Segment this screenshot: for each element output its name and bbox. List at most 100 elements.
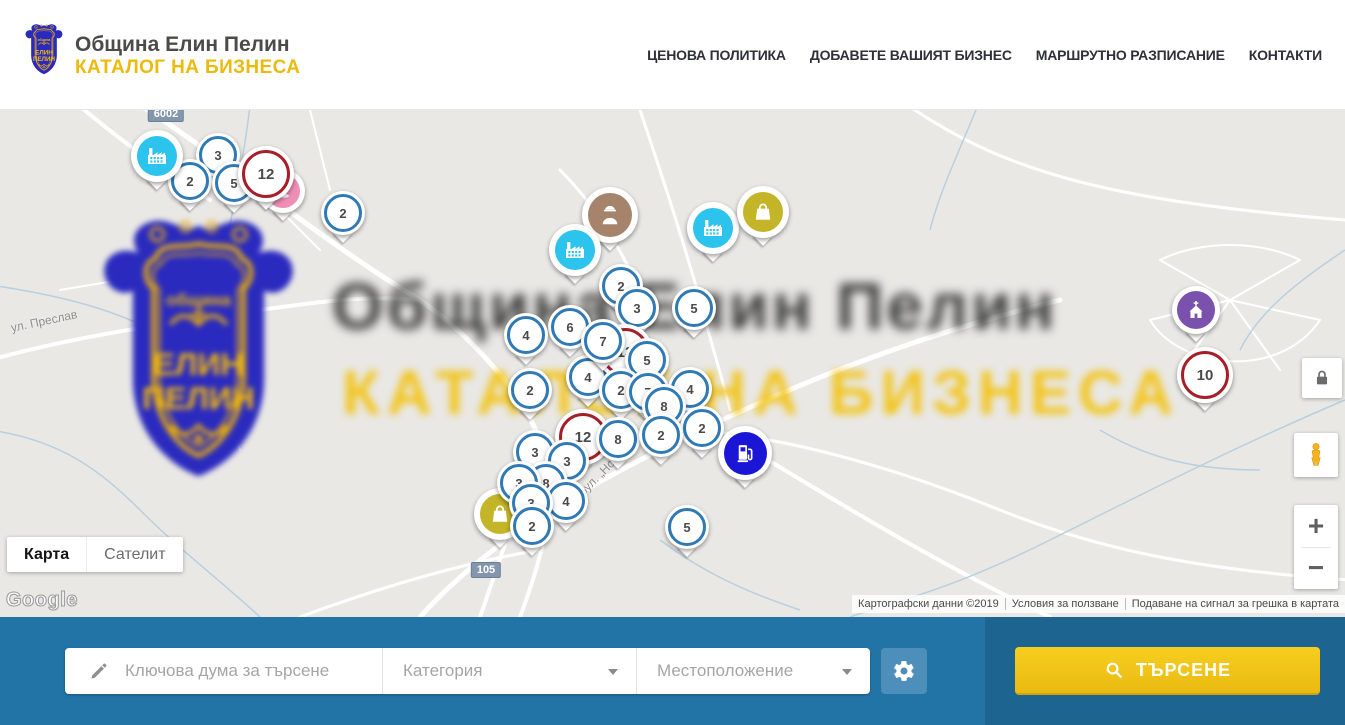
bag-marker[interactable] [737, 186, 789, 238]
cluster-count: 5 [643, 353, 650, 368]
cluster-marker[interactable]: 2 [639, 413, 683, 457]
municipality-crest-logo: община ЕЛИН ПЕЛИН [22, 22, 66, 78]
cluster-count: 6 [566, 320, 573, 335]
marker-disc: 2 [321, 191, 365, 235]
marker-ring: 12 [242, 150, 290, 198]
google-logo[interactable]: Google [6, 589, 78, 612]
location-select-label: Местоположение [657, 661, 793, 681]
cluster-count: 4 [562, 494, 569, 509]
cluster-count: 7 [599, 334, 606, 349]
nav-item-contacts[interactable]: КОНТАКТИ [1249, 47, 1322, 63]
marker-disc: 10 [1177, 347, 1233, 403]
attribution-data: Картографски данни ©2019 [852, 598, 1005, 610]
fuel-marker[interactable] [718, 426, 772, 480]
cluster-count: 2 [617, 383, 624, 398]
search-button[interactable]: ТЪРСЕНЕ [1015, 647, 1320, 695]
lock-icon [1311, 367, 1333, 389]
cluster-count: 2 [528, 519, 535, 534]
street-view-pegman-button[interactable] [1294, 433, 1338, 477]
marker-disc: 2 [508, 368, 552, 412]
cluster-count: 4 [584, 370, 591, 385]
cluster-marker[interactable]: 2 [321, 191, 365, 235]
fuel-pump-icon [733, 441, 758, 466]
marker-disc: 5 [672, 286, 716, 330]
cluster-count: 2 [186, 174, 193, 189]
marker-ring: 4 [507, 316, 545, 354]
search-icon [1104, 660, 1124, 680]
marker-ring: 7 [584, 322, 622, 360]
marker-disc [1172, 286, 1220, 334]
cluster-marker[interactable]: 12 [238, 146, 294, 202]
factory-icon [145, 144, 169, 168]
pegman-icon [1302, 441, 1330, 469]
map-type-map-button[interactable]: Карта [7, 537, 86, 572]
church-icon [1184, 298, 1208, 322]
cluster-marker[interactable]: 4 [504, 313, 548, 357]
advanced-settings-button[interactable] [881, 648, 927, 694]
marker-disc: 12 [238, 146, 294, 202]
pencil-icon [89, 661, 109, 681]
marker-ring: 2 [511, 371, 549, 409]
marker-disc: 4 [504, 313, 548, 357]
map-canvas[interactable]: 6002105ул. Преславбул. „Новоселции“ общи… [0, 110, 1345, 617]
map-attribution: Картографски данни ©2019 Условия за полз… [852, 595, 1345, 613]
cluster-marker[interactable]: 5 [665, 505, 709, 549]
chevron-down-icon [842, 669, 852, 675]
cluster-count: 12 [258, 166, 275, 183]
zoom-in-button[interactable]: + [1294, 506, 1338, 547]
search-fields: Категория Местоположение [65, 648, 870, 694]
search-bar: Категория Местоположение ТЪРСЕНЕ [0, 617, 1345, 725]
cluster-marker[interactable]: 2 [508, 368, 552, 412]
cluster-count: 5 [690, 301, 697, 316]
marker-ring: 2 [683, 409, 721, 447]
fullscreen-lock-button[interactable] [1302, 358, 1342, 398]
marker-ring: 5 [668, 508, 706, 546]
cluster-marker[interactable]: 10 [1177, 347, 1233, 403]
site-logo[interactable]: община ЕЛИН ПЕЛИН Община Елин Пелин КАТА… [22, 22, 300, 79]
cluster-count: 4 [686, 382, 693, 397]
cluster-count: 2 [526, 383, 533, 398]
cluster-count: 2 [339, 206, 346, 221]
nav-item-route-schedule[interactable]: МАРШРУТНО РАЗПИСАНИЕ [1036, 47, 1225, 63]
cluster-count: 3 [633, 301, 640, 316]
cluster-count: 8 [614, 432, 621, 447]
marker-disc: 2 [639, 413, 683, 457]
cluster-count: 10 [1197, 367, 1214, 384]
marker-disc [687, 202, 739, 254]
terms-link[interactable]: Условия за ползване [1012, 598, 1119, 610]
category-select[interactable]: Категория [382, 648, 636, 694]
marker-disc [549, 224, 601, 276]
marker-disc: 8 [596, 417, 640, 461]
cluster-count: 5 [683, 520, 690, 535]
factory-marker[interactable] [131, 130, 183, 182]
marker-ring: 10 [1181, 351, 1229, 399]
cluster-count: 3 [531, 445, 538, 460]
cluster-marker[interactable]: 8 [596, 417, 640, 461]
map-type-switch: Карта Сателит [7, 537, 183, 572]
nav-item-pricing[interactable]: ЦЕНОВА ПОЛИТИКА [647, 47, 786, 63]
report-error-link[interactable]: Подаване на сигнал за грешка в картата [1132, 598, 1339, 610]
location-select[interactable]: Местоположение [636, 648, 870, 694]
factory-marker[interactable] [549, 224, 601, 276]
site-title: Община Елин Пелин [75, 33, 300, 57]
factory-icon [701, 216, 725, 240]
nav-item-add-business[interactable]: ДОБАВЕТЕ ВАШИЯТ БИЗНЕС [810, 47, 1012, 63]
marker-disc: 5 [665, 505, 709, 549]
zoom-out-button[interactable]: − [1294, 548, 1338, 589]
gear-icon [892, 659, 916, 683]
site-header: община ЕЛИН ПЕЛИН Община Елин Пелин КАТА… [0, 0, 1345, 110]
zoom-control: + − [1294, 505, 1338, 589]
cluster-marker[interactable]: 2 [510, 504, 554, 548]
keyword-field[interactable] [65, 648, 382, 694]
cluster-marker[interactable]: 5 [672, 286, 716, 330]
factory-marker[interactable] [687, 202, 739, 254]
main-nav: ЦЕНОВА ПОЛИТИКА ДОБАВЕТЕ ВАШИЯТ БИЗНЕС М… [647, 0, 1322, 109]
marker-ring: 5 [675, 289, 713, 327]
factory-icon [563, 238, 587, 262]
keyword-search-input[interactable] [123, 660, 342, 682]
map-type-satellite-button[interactable]: Сателит [86, 537, 182, 572]
marker-disc: 2 [510, 504, 554, 548]
church-marker[interactable] [1172, 286, 1220, 334]
cluster-marker[interactable]: 7 [581, 319, 625, 363]
search-button-label: ТЪРСЕНЕ [1136, 660, 1231, 681]
